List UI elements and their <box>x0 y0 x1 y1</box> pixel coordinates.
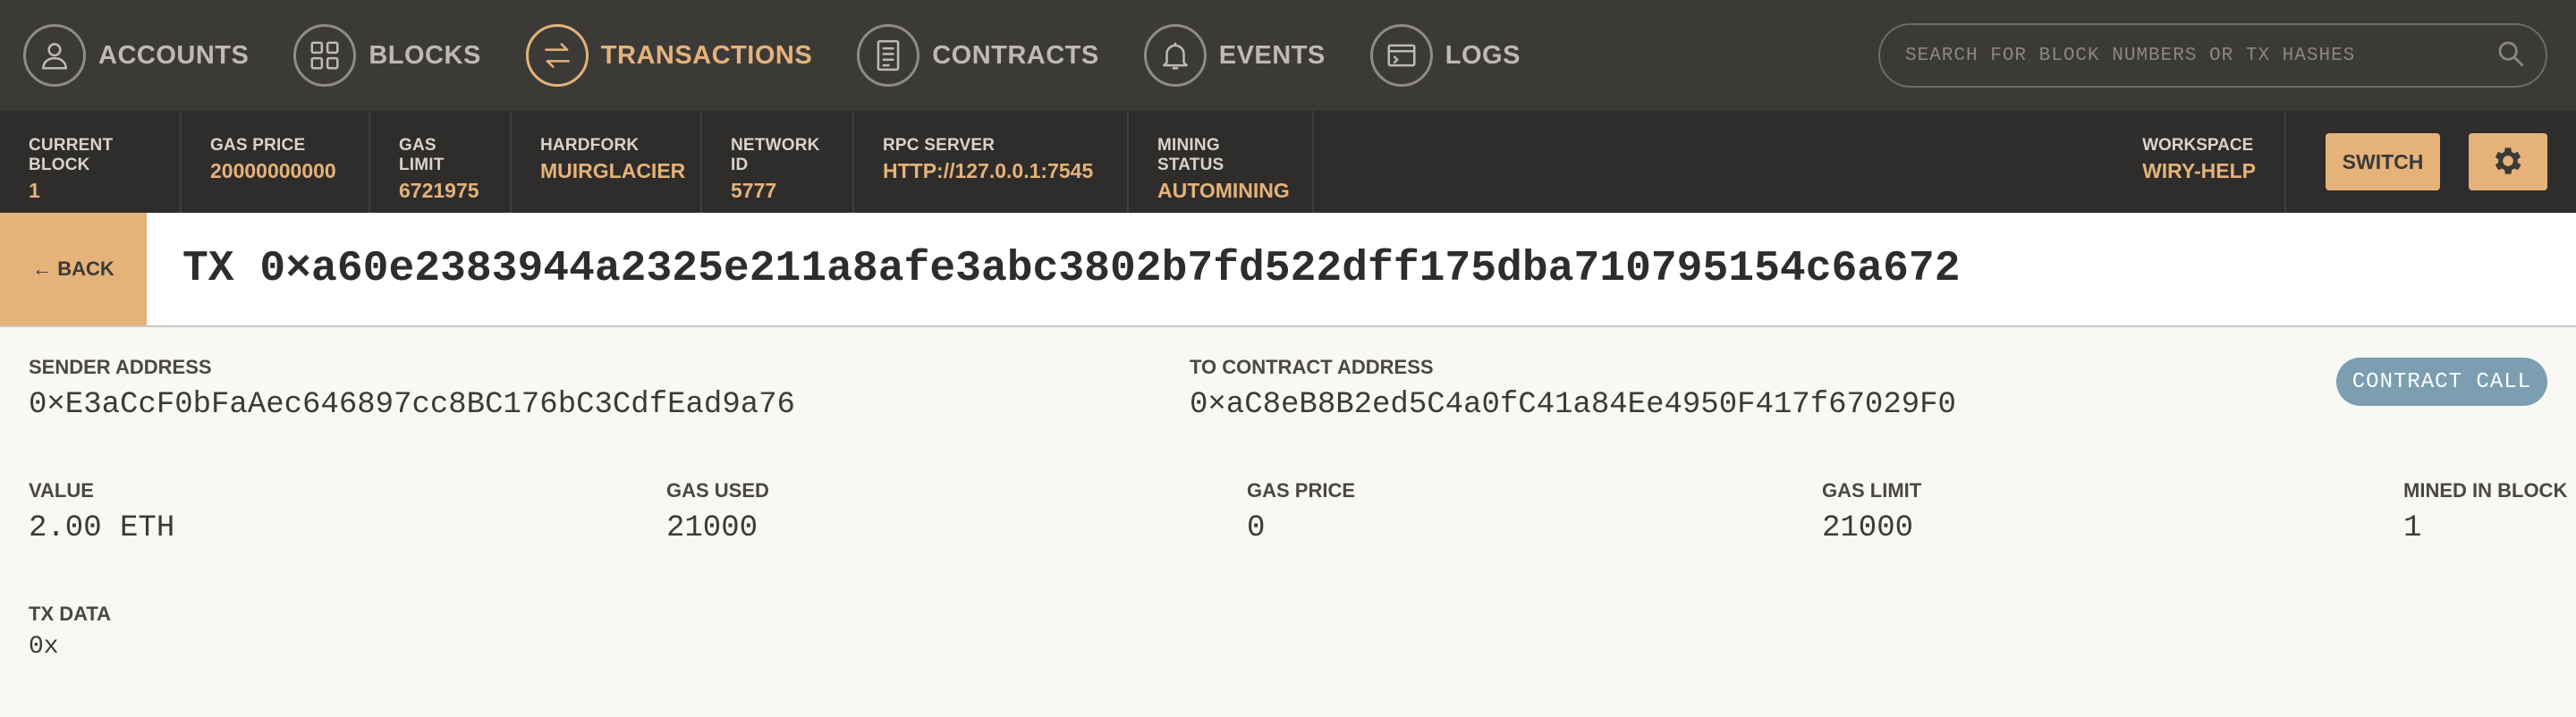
value-field: VALUE 2.00 ETH <box>29 479 174 545</box>
document-icon <box>857 24 920 87</box>
workspace-label: WORKSPACE <box>2142 136 2254 155</box>
back-button[interactable]: ← BACK <box>0 213 147 325</box>
field-label: TX DATA <box>29 603 112 625</box>
field-value: 0×E3aCcF0bFaAec646897cc8BC176bC3CdfEad9a… <box>29 388 795 422</box>
field-value: 21000 <box>1822 511 1914 545</box>
stat-label: GAS LIMIT <box>399 136 445 174</box>
field-value: 1 <box>2403 511 2422 545</box>
stat-mining-status: MINING STATUS AUTOMINING <box>1129 111 1314 213</box>
nav-transactions-label: TRANSACTIONS <box>600 40 813 70</box>
page-title: TX 0×a60e2383944a2325e211a8afe3abc3802b7… <box>182 245 1961 293</box>
stat-value: MUIRGLACIER <box>540 159 686 182</box>
nav-contracts-label: CONTRACTS <box>932 40 1099 70</box>
grid-icon <box>293 24 357 87</box>
nav-blocks[interactable]: BLOCKS <box>293 24 480 87</box>
workspace-info: WORKSPACE WIRY-HELP <box>2142 111 2286 213</box>
terminal-icon <box>1369 24 1433 87</box>
stat-network-id: NETWORK ID 5777 <box>702 111 854 213</box>
field-label: GAS PRICE <box>1247 479 1356 502</box>
status-right-group: WORKSPACE WIRY-HELP SWITCH <box>2142 111 2547 213</box>
stat-value: AUTOMINING <box>1157 179 1290 202</box>
status-bar: CURRENT BLOCK 1 GAS PRICE 20000000000 GA… <box>0 111 2576 213</box>
stat-label: GAS PRICE <box>210 136 306 155</box>
field-label: TO CONTRACT ADDRESS <box>1190 356 1434 378</box>
stat-label: CURRENT BLOCK <box>29 136 114 174</box>
nav-blocks-label: BLOCKS <box>369 40 481 70</box>
stat-value: 1 <box>29 179 40 202</box>
sender-address-field: SENDER ADDRESS 0×E3aCcF0bFaAec646897cc8B… <box>29 356 795 422</box>
transaction-details: SENDER ADDRESS 0×E3aCcF0bFaAec646897cc8B… <box>0 327 2576 661</box>
nav-contracts[interactable]: CONTRACTS <box>857 24 1099 87</box>
field-value: 21000 <box>666 511 758 545</box>
stat-hardfork: HARDFORK MUIRGLACIER <box>512 111 702 213</box>
transaction-header: ← BACK TX 0×a60e2383944a2325e211a8afe3ab… <box>0 213 2576 327</box>
search-input[interactable] <box>1903 44 2496 67</box>
nav-logs-label: LOGS <box>1445 40 1521 70</box>
stat-gas-limit: GAS LIMIT 6721975 <box>370 111 512 213</box>
field-value: 2.00 ETH <box>29 511 175 545</box>
nav-transactions[interactable]: TRANSACTIONS <box>525 24 813 87</box>
stat-rpc-server: RPC SERVER HTTP://127.0.0.1:7545 <box>854 111 1129 213</box>
field-label: VALUE <box>29 479 94 502</box>
to-contract-address-field: TO CONTRACT ADDRESS 0×aC8eB8B2ed5C4a0fC4… <box>1190 356 1956 422</box>
swap-arrows-icon <box>525 24 589 87</box>
mined-in-block-field: MINED IN BLOCK 1 <box>2403 479 2567 545</box>
user-icon <box>23 24 86 87</box>
field-value: 0x <box>29 633 59 661</box>
nav-events-label: EVENTS <box>1218 40 1326 70</box>
workspace-name: WIRY-HELP <box>2142 159 2256 182</box>
gas-limit-field: GAS LIMIT 21000 <box>1822 479 1921 545</box>
field-label: MINED IN BLOCK <box>2403 479 2568 502</box>
stat-label: RPC SERVER <box>883 136 996 155</box>
gear-icon <box>2490 143 2526 181</box>
top-navigation: ACCOUNTS BLOCKS TRANSACTIONS CONTRACTS E… <box>0 0 2576 111</box>
stat-label: NETWORK ID <box>731 136 820 174</box>
field-label: SENDER ADDRESS <box>29 356 212 378</box>
field-value: 0×aC8eB8B2ed5C4a0fC41a84Ee4950F417f67029… <box>1190 388 1956 422</box>
stat-value: 6721975 <box>399 179 479 202</box>
field-label: GAS LIMIT <box>1822 479 1922 502</box>
tx-data-field: TX DATA 0x <box>29 603 111 661</box>
nav-accounts-label: ACCOUNTS <box>98 40 250 70</box>
settings-button[interactable] <box>2469 133 2547 190</box>
stat-value: 5777 <box>731 179 777 202</box>
stat-gas-price: GAS PRICE 20000000000 <box>182 111 370 213</box>
contract-call-badge: CONTRACT CALL <box>2335 358 2547 406</box>
gas-price-field: GAS PRICE 0 <box>1247 479 1355 545</box>
stat-value: 20000000000 <box>210 159 336 182</box>
nav-accounts[interactable]: ACCOUNTS <box>23 24 249 87</box>
switch-button[interactable]: SWITCH <box>2326 133 2440 190</box>
field-label: GAS USED <box>666 479 769 502</box>
field-value: 0 <box>1247 511 1266 545</box>
search-bar[interactable] <box>1878 23 2547 88</box>
nav-events[interactable]: EVENTS <box>1143 24 1326 87</box>
search-icon[interactable] <box>2496 38 2526 73</box>
stat-label: MINING STATUS <box>1157 136 1224 174</box>
stat-label: HARDFORK <box>540 136 640 155</box>
stat-value: HTTP://127.0.0.1:7545 <box>883 159 1094 182</box>
gas-used-field: GAS USED 21000 <box>666 479 769 545</box>
nav-logs[interactable]: LOGS <box>1369 24 1521 87</box>
bell-icon <box>1143 24 1207 87</box>
stat-current-block: CURRENT BLOCK 1 <box>0 111 182 213</box>
